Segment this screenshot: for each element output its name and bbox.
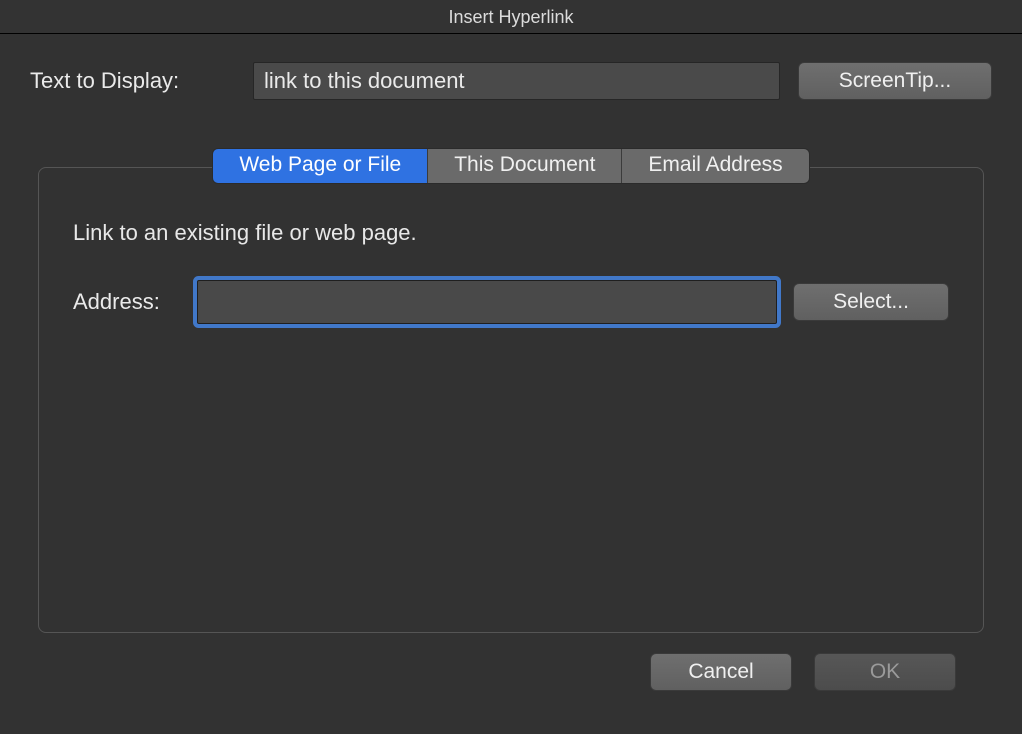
tab-web-page-or-file[interactable]: Web Page or File (213, 149, 428, 183)
tab-email-address[interactable]: Email Address (622, 149, 808, 183)
text-to-display-label: Text to Display: (30, 68, 235, 94)
text-to-display-input[interactable] (253, 62, 780, 100)
address-row: Address: Select... (73, 280, 949, 324)
cancel-button[interactable]: Cancel (650, 653, 792, 691)
select-button[interactable]: Select... (793, 283, 949, 321)
link-panel: Link to an existing file or web page. Ad… (38, 167, 984, 633)
address-input[interactable] (197, 280, 777, 324)
screentip-button[interactable]: ScreenTip... (798, 62, 992, 100)
dialog-footer: Cancel OK (30, 633, 992, 691)
tab-this-document[interactable]: This Document (428, 149, 622, 183)
text-to-display-row: Text to Display: ScreenTip... (30, 62, 992, 100)
dialog-title: Insert Hyperlink (0, 0, 1022, 34)
ok-button: OK (814, 653, 956, 691)
panel-description: Link to an existing file or web page. (73, 220, 949, 246)
tab-strip: Web Page or File This Document Email Add… (30, 148, 992, 184)
address-label: Address: (73, 289, 181, 315)
